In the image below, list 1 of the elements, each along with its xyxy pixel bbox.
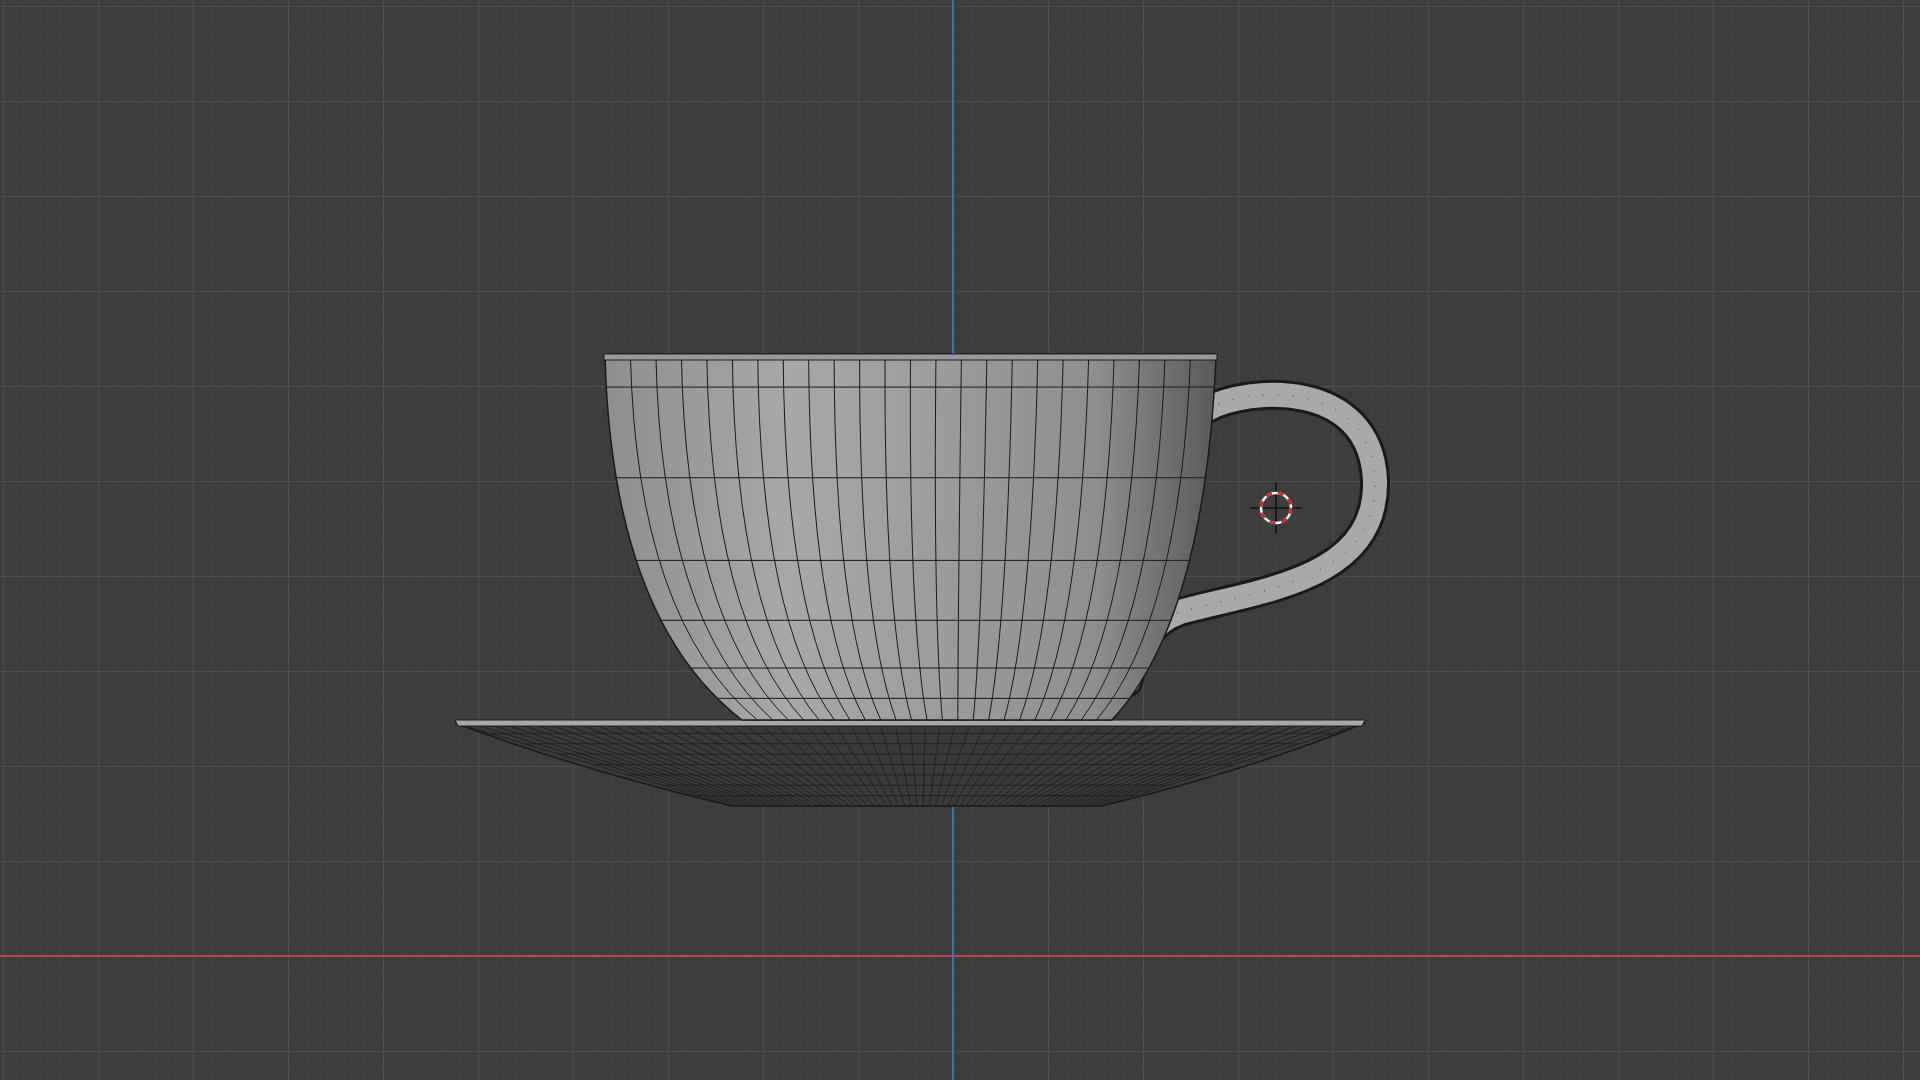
3d-cursor-icon[interactable] [1249, 481, 1303, 535]
